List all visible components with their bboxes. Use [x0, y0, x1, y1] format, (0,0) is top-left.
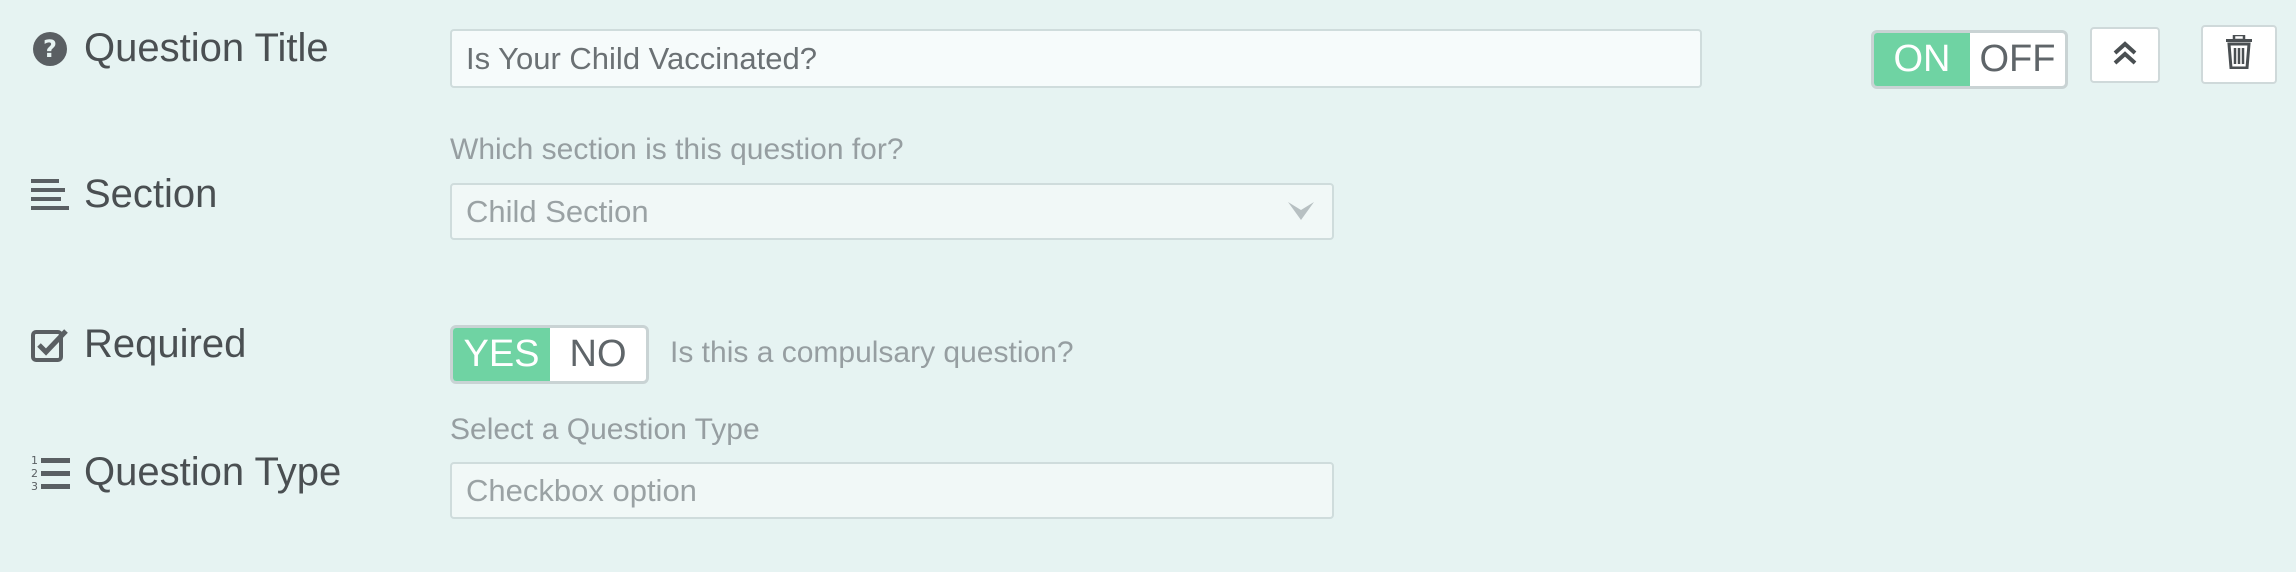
chevron-down-icon	[1286, 194, 1316, 230]
collapse-button[interactable]	[2090, 27, 2160, 83]
required-label: Required	[84, 322, 247, 366]
section-select-value: Child Section	[466, 193, 649, 229]
toggle-on-option[interactable]: ON	[1874, 33, 1970, 86]
svg-text:?: ?	[43, 35, 57, 63]
section-label: Section	[84, 172, 218, 216]
toggle-off-option[interactable]: OFF	[1970, 33, 2065, 86]
required-yes-option[interactable]: YES	[453, 328, 550, 381]
delete-button[interactable]	[2201, 25, 2277, 84]
question-title-label-row: ? Question Title	[30, 26, 329, 71]
question-type-label: Question Type	[84, 450, 342, 494]
svg-text:2: 2	[31, 467, 38, 480]
trash-icon	[2225, 33, 2253, 74]
align-left-icon	[30, 175, 70, 215]
checkbox-checked-icon	[30, 325, 70, 365]
required-label-row: Required	[30, 322, 246, 367]
svg-text:3: 3	[31, 480, 38, 493]
question-type-help-text: Select a Question Type	[450, 413, 760, 446]
question-title-label: Question Title	[84, 26, 329, 70]
required-help-text: Is this a compulsary question?	[670, 336, 1074, 369]
question-title-input[interactable]: Is Your Child Vaccinated?	[450, 29, 1702, 88]
required-yes-no-toggle[interactable]: YES NO	[450, 325, 649, 384]
double-chevron-up-icon	[2111, 40, 2139, 71]
question-circle-icon: ?	[30, 29, 70, 69]
required-no-option[interactable]: NO	[550, 328, 646, 381]
section-select[interactable]: Child Section	[450, 183, 1334, 240]
numbered-list-icon: 1 2 3	[30, 453, 70, 493]
question-type-input[interactable]: Checkbox option	[450, 462, 1334, 519]
question-type-label-row: 1 2 3 Question Type	[30, 450, 341, 495]
svg-text:1: 1	[31, 454, 38, 467]
question-on-off-toggle[interactable]: ON OFF	[1871, 30, 2068, 89]
section-label-row: Section	[30, 172, 217, 217]
section-help-text: Which section is this question for?	[450, 133, 904, 166]
